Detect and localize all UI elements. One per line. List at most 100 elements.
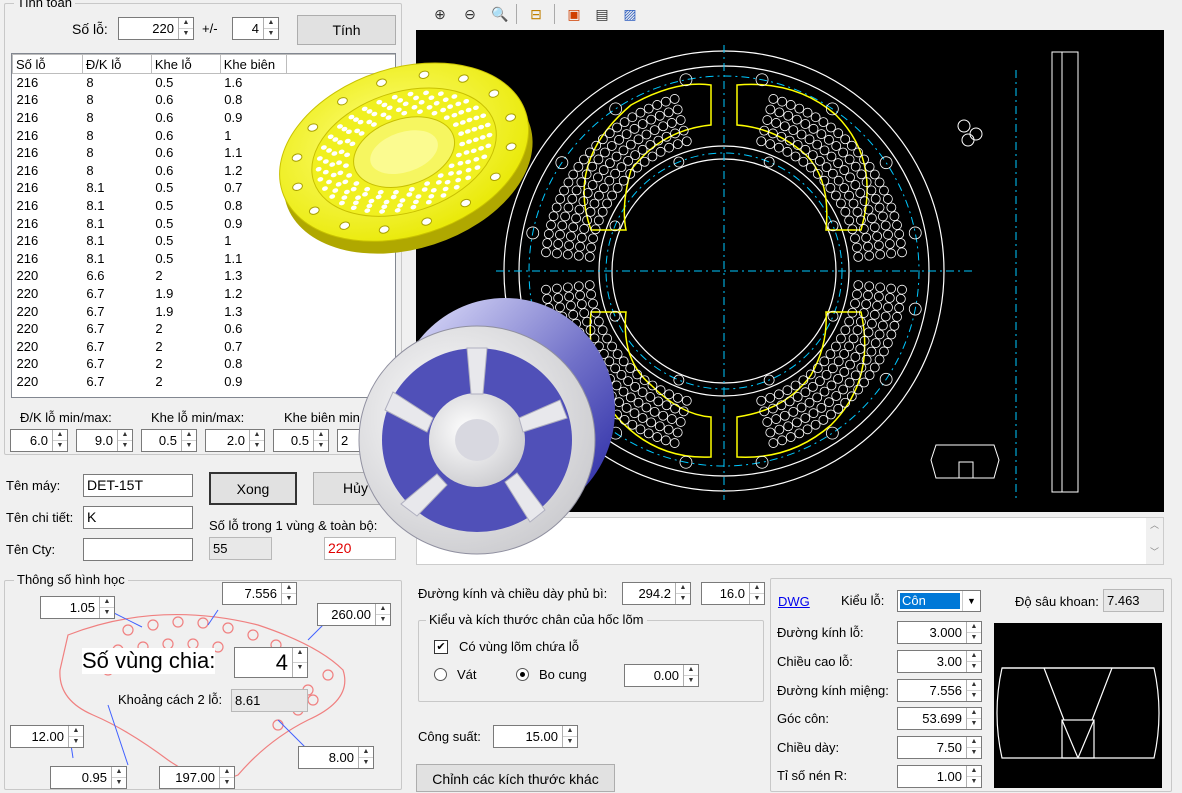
table-row[interactable]: 220 6.7 1.9 1.3 [13,302,396,320]
v-260-spinner[interactable]: 260.00 ▲ ▼ [317,603,391,626]
spin-down-icon[interactable]: ▼ [264,28,278,39]
ten-may-input[interactable]: DET-15T [83,474,193,497]
spin-up-icon[interactable]: ▲ [182,430,196,440]
tolerance-value[interactable]: 4 [233,18,263,39]
chevron-down-icon[interactable]: ▼ [962,591,980,611]
chieu-day-spinner[interactable]: 7.50 ▲ ▼ [897,736,982,759]
radio-bo-cung[interactable] [516,668,529,681]
scroll-up-icon[interactable]: ︿ [1146,518,1163,531]
v-197-spinner[interactable]: 197.00 ▲ ▼ [159,766,235,789]
spin-up-icon[interactable]: ▲ [563,726,577,736]
spin-up-icon[interactable]: ▲ [100,597,114,607]
dk-min-spinner[interactable]: 6.0 ▲ ▼ [10,429,68,452]
image-icon[interactable]: ▨ [618,2,642,26]
cong-suat-value[interactable]: 15.00 [494,726,562,747]
col-khe-lo[interactable]: Khe lỗ [150,54,221,74]
spin-down-icon[interactable]: ▼ [967,776,981,787]
v-7-556-spinner[interactable]: 7.556 ▲ ▼ [222,582,297,605]
v-8-value[interactable]: 8.00 [299,747,358,768]
spin-down-icon[interactable]: ▼ [182,440,196,451]
chan-hoc-value[interactable]: 0.00 [625,665,683,686]
spin-down-icon[interactable]: ▼ [359,757,373,768]
zoom-out-icon[interactable]: ⊖ [458,2,482,26]
tolerance-spinner[interactable]: 4 ▲ ▼ [232,17,279,40]
spin-up-icon[interactable]: ▲ [293,648,307,662]
spin-down-icon[interactable]: ▼ [250,440,264,451]
duong-kinh-lo-spinner[interactable]: 3.000 ▲ ▼ [897,621,982,644]
spin-down-icon[interactable]: ▼ [282,593,296,604]
spin-up-icon[interactable]: ▲ [264,18,278,28]
so-lo-spinner[interactable]: 220 ▲ ▼ [118,17,194,40]
spin-up-icon[interactable]: ▲ [676,583,690,593]
spin-down-icon[interactable]: ▼ [967,747,981,758]
spin-down-icon[interactable]: ▼ [100,607,114,618]
so-vung-spinner[interactable]: 4 ▲ ▼ [234,647,308,678]
col-so-lo[interactable]: Số lỗ [12,54,83,74]
table-row[interactable]: 220 6.7 2 0.7 [13,337,396,355]
spin-up-icon[interactable]: ▲ [967,708,981,718]
phu-bi-dk-value[interactable]: 294.2 [623,583,675,604]
khe-bien-min-value[interactable]: 0.5 [274,430,313,451]
v-7-556-value[interactable]: 7.556 [223,583,281,604]
v-1-05-spinner[interactable]: 1.05 ▲ ▼ [40,596,115,619]
spin-down-icon[interactable]: ▼ [118,440,132,451]
spin-down-icon[interactable]: ▼ [967,661,981,672]
spin-down-icon[interactable]: ▼ [69,736,83,747]
kieu-lo-select[interactable]: Côn ▼ [897,590,981,612]
spin-up-icon[interactable]: ▲ [179,18,193,28]
table-row[interactable]: 220 6.7 2 0.9 [13,373,396,391]
duong-kinh-mieng-spinner[interactable]: 7.556 ▲ ▼ [897,679,982,702]
spin-up-icon[interactable]: ▲ [220,767,234,777]
khe-lo-min-spinner[interactable]: 0.5 ▲ ▼ [141,429,197,452]
v-197-value[interactable]: 197.00 [160,767,219,788]
spin-down-icon[interactable]: ▼ [179,28,193,39]
spin-up-icon[interactable]: ▲ [69,726,83,736]
spin-down-icon[interactable]: ▼ [314,440,328,451]
spin-down-icon[interactable]: ▼ [967,718,981,729]
goc-con-spinner[interactable]: 53.699 ▲ ▼ [897,707,982,730]
cong-suat-spinner[interactable]: 15.00 ▲ ▼ [493,725,578,748]
spin-up-icon[interactable]: ▲ [750,583,764,593]
v-260-value[interactable]: 260.00 [318,604,375,625]
phu-bi-dk-spinner[interactable]: 294.2 ▲ ▼ [622,582,691,605]
ten-cty-input[interactable] [83,538,193,561]
measure-icon[interactable]: ⊟ [524,2,548,26]
phu-bi-cd-spinner[interactable]: 16.0 ▲ ▼ [701,582,765,605]
v-8-spinner[interactable]: 8.00 ▲ ▼ [298,746,374,769]
v-1-05-value[interactable]: 1.05 [41,597,99,618]
spin-up-icon[interactable]: ▲ [314,430,328,440]
col-dk-lo[interactable]: Đ/K lỗ [81,54,152,74]
spin-down-icon[interactable]: ▼ [684,675,698,686]
spin-down-icon[interactable]: ▼ [676,593,690,604]
spin-up-icon[interactable]: ▲ [967,766,981,776]
goc-con-value[interactable]: 53.699 [898,708,966,729]
kieu-lo-value[interactable]: Côn [900,593,960,609]
spin-down-icon[interactable]: ▼ [967,632,981,643]
spin-up-icon[interactable]: ▲ [53,430,67,440]
chieu-cao-lo-value[interactable]: 3.00 [898,651,966,672]
v-0-95-value[interactable]: 0.95 [51,767,111,788]
spin-up-icon[interactable]: ▲ [359,747,373,757]
spin-down-icon[interactable]: ▼ [750,593,764,604]
table-row[interactable]: 220 6.7 2 0.8 [13,355,396,373]
chan-hoc-spinner[interactable]: 0.00 ▲ ▼ [624,664,699,687]
spin-up-icon[interactable]: ▲ [967,651,981,661]
khe-lo-max-spinner[interactable]: 2.0 ▲ ▼ [205,429,265,452]
scroll-down-icon[interactable]: ﹀ [1146,545,1163,558]
message-scrollbar[interactable]: ︿ ﹀ [1146,518,1163,564]
xong-button[interactable]: Xong [209,472,297,505]
spin-up-icon[interactable]: ▲ [376,604,390,614]
right-scrollbar-top[interactable] [1168,0,1182,30]
khe-bien-min-spinner[interactable]: 0.5 ▲ ▼ [273,429,329,452]
ti-so-spinner[interactable]: 1.00 ▲ ▼ [897,765,982,788]
spin-up-icon[interactable]: ▲ [112,767,126,777]
v-12-value[interactable]: 12.00 [11,726,68,747]
dk-max-spinner[interactable]: 9.0 ▲ ▼ [76,429,133,452]
spin-up-icon[interactable]: ▲ [967,680,981,690]
v-0-95-spinner[interactable]: 0.95 ▲ ▼ [50,766,127,789]
spin-down-icon[interactable]: ▼ [220,777,234,788]
spin-down-icon[interactable]: ▼ [293,662,307,677]
cad-scrollbar[interactable] [1166,30,1182,512]
phu-bi-cd-value[interactable]: 16.0 [702,583,749,604]
spin-up-icon[interactable]: ▲ [118,430,132,440]
